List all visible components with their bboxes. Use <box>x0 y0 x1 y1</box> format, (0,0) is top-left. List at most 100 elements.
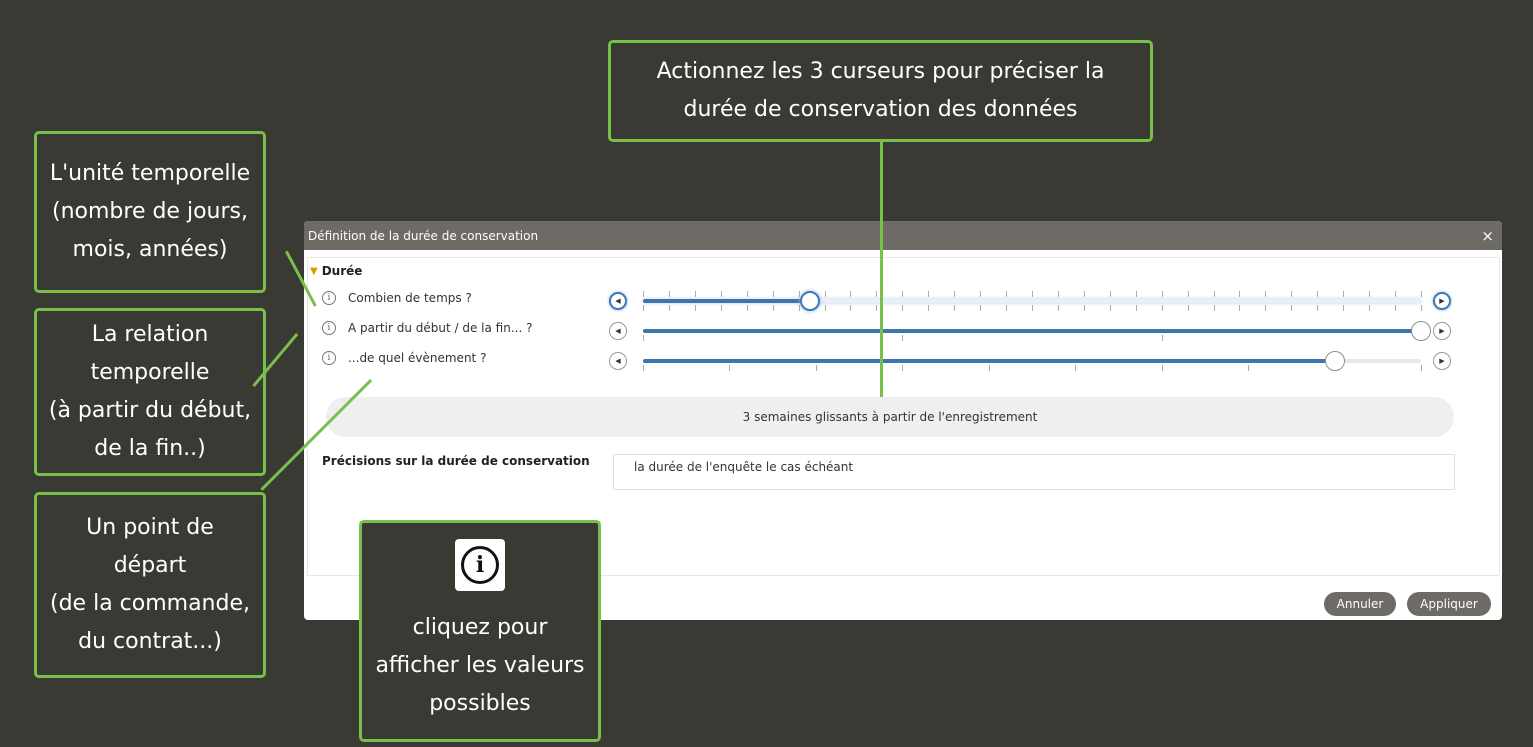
slider-tick <box>729 365 730 371</box>
callout-start-point-line-3: (de la commande, <box>50 591 250 616</box>
slider-tick <box>1421 365 1422 371</box>
row-relation-label: A partir du début / de la fin... ? <box>348 321 533 335</box>
slider-thumb[interactable] <box>800 291 820 311</box>
row-relation: i A partir du début / de la fin... ? <box>322 321 532 335</box>
apply-button[interactable]: Appliquer <box>1407 592 1491 616</box>
slider-tick <box>876 291 877 297</box>
slider-tick <box>1369 305 1370 311</box>
precision-label: Précisions sur la durée de conservation <box>322 454 590 468</box>
slider-tick <box>902 365 903 371</box>
slider-thumb[interactable] <box>1411 321 1431 341</box>
slider-tick <box>1395 291 1396 297</box>
slider-tick <box>876 305 877 311</box>
slider-tick <box>1265 291 1266 297</box>
slider-tick <box>747 291 748 297</box>
callout-start-point-line-1: Un point de <box>86 515 214 540</box>
precision-field[interactable]: la durée de l'enquête le cas échéant <box>613 454 1455 490</box>
arrow-left-icon[interactable]: ◀ <box>609 292 627 310</box>
slider-tick <box>1239 305 1240 311</box>
slider-tick <box>928 305 929 311</box>
callout-time-relation: La relation temporelle (à partir du débu… <box>34 308 266 476</box>
slider-tick <box>1395 305 1396 311</box>
callout-info-line-3: possibles <box>429 691 531 716</box>
slider-tick <box>1075 365 1076 371</box>
slider-tick <box>1188 305 1189 311</box>
slider-how-long[interactable] <box>643 289 1422 313</box>
slider-tick <box>980 291 981 297</box>
callout-sliders-line-1: Actionnez les 3 curseurs pour préciser l… <box>656 59 1105 84</box>
slider-tick <box>1162 291 1163 297</box>
slider-tick <box>1369 291 1370 297</box>
slider-tick <box>1248 365 1249 371</box>
row-how-long-label: Combien de temps ? <box>348 291 472 305</box>
slider-tick <box>1188 291 1189 297</box>
slider-tick <box>643 291 644 297</box>
slider-tick <box>1084 291 1085 297</box>
callout-time-relation-line-3: (à partir du début, <box>48 398 252 423</box>
slider-tick <box>1006 305 1007 311</box>
arrow-left-icon[interactable]: ◀ <box>609 322 627 340</box>
slider-tick <box>1162 305 1163 311</box>
slider-tick <box>773 291 774 297</box>
slider-tick <box>1136 291 1137 297</box>
slider-tick <box>747 305 748 311</box>
arrow-right-icon[interactable]: ▶ <box>1433 292 1451 310</box>
slider-tick <box>1006 291 1007 297</box>
slider-tick <box>1317 291 1318 297</box>
slider-tick <box>695 291 696 297</box>
slider-fill <box>643 299 810 303</box>
dialog-title: Définition de la durée de conservation <box>308 228 539 243</box>
arrow-right-icon[interactable]: ▶ <box>1433 352 1451 370</box>
slider-tick <box>825 291 826 297</box>
slider-fill <box>643 359 1335 363</box>
slider-tick <box>643 305 644 311</box>
arrow-right-icon[interactable]: ▶ <box>1433 322 1451 340</box>
slider-thumb[interactable] <box>1325 351 1345 371</box>
slider-tick <box>643 335 644 341</box>
slider-tick <box>1110 305 1111 311</box>
section-title: Durée <box>321 264 363 278</box>
slider-tick <box>669 305 670 311</box>
slider-relation[interactable] <box>643 319 1431 343</box>
slider-tick <box>721 305 722 311</box>
callout-time-unit: L'unité temporelle (nombre de jours, moi… <box>34 131 266 293</box>
callout-sliders-line-2: durée de conservation des données <box>683 97 1078 122</box>
slider-tick <box>1291 305 1292 311</box>
slider-tick <box>1291 291 1292 297</box>
slider-tick <box>1421 305 1422 311</box>
cancel-button[interactable]: Annuler <box>1324 592 1396 616</box>
slider-tick <box>1162 365 1163 371</box>
slider-fill <box>643 329 1421 333</box>
slider-tick <box>1317 305 1318 311</box>
slider-tick <box>1136 305 1137 311</box>
info-icon[interactable]: i <box>322 351 336 365</box>
slider-tick <box>1239 291 1240 297</box>
slider-tick <box>1343 291 1344 297</box>
slider-tick <box>721 291 722 297</box>
slider-tick <box>980 305 981 311</box>
arrow-left-icon[interactable]: ◀ <box>609 352 627 370</box>
slider-tick <box>1162 335 1163 341</box>
slider-tick <box>1214 305 1215 311</box>
section-header[interactable]: ▼ Durée <box>310 264 362 278</box>
slider-tick <box>643 365 644 371</box>
slider-tick <box>825 305 826 311</box>
slider-tick <box>1343 305 1344 311</box>
slider-tick <box>1214 291 1215 297</box>
slider-tick <box>1110 291 1111 297</box>
slider-tick <box>1265 305 1266 311</box>
slider-tick <box>1058 305 1059 311</box>
callout-info: i cliquez pour afficher les valeurs poss… <box>359 520 601 742</box>
duration-summary: 3 semaines glissants à partir de l'enreg… <box>326 397 1454 437</box>
info-icon[interactable]: i <box>322 291 336 305</box>
slider-tick <box>669 291 670 297</box>
close-icon[interactable]: × <box>1481 227 1494 245</box>
callout-info-line-2: afficher les valeurs <box>375 653 585 678</box>
slider-tick <box>799 305 800 311</box>
slider-event[interactable] <box>643 349 1422 373</box>
slider-tick <box>954 305 955 311</box>
slider-tick <box>1032 305 1033 311</box>
slider-tick <box>773 305 774 311</box>
slider-tick <box>695 305 696 311</box>
info-icon[interactable]: i <box>322 321 336 335</box>
